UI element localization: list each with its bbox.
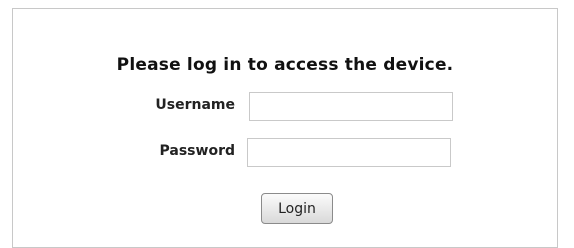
password-input[interactable] xyxy=(247,138,451,167)
username-input[interactable] xyxy=(249,92,453,121)
username-row: Username xyxy=(13,91,557,123)
login-panel: Please log in to access the device. User… xyxy=(12,8,558,248)
password-row: Password xyxy=(13,137,557,169)
password-label: Password xyxy=(159,143,235,159)
login-button[interactable]: Login xyxy=(261,193,333,224)
login-heading: Please log in to access the device. xyxy=(116,55,454,75)
username-label: Username xyxy=(155,97,235,113)
